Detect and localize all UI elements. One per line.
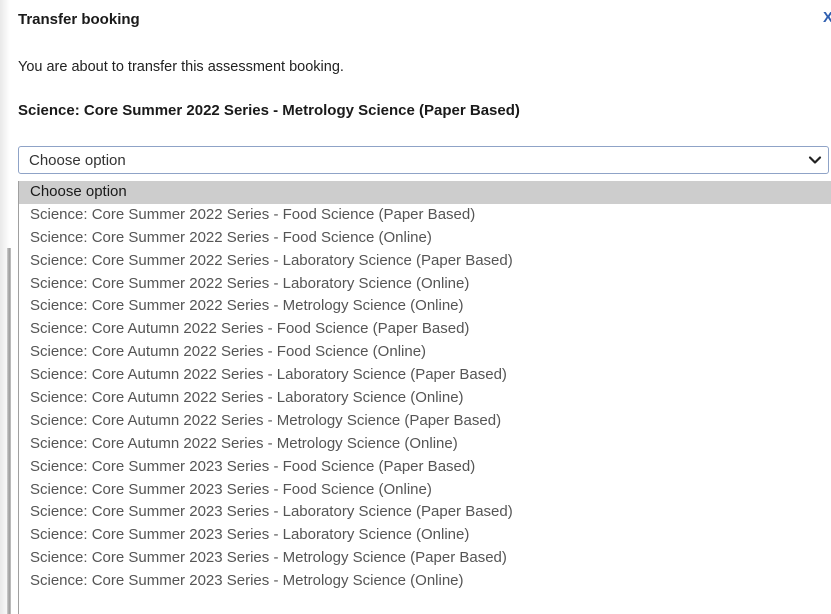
dialog-title: Transfer booking (18, 11, 140, 28)
dropdown-option[interactable]: Science: Core Summer 2022 Series - Labor… (19, 250, 831, 273)
dropdown-option[interactable]: Science: Core Summer 2022 Series - Food … (19, 204, 831, 227)
dropdown-option[interactable]: Science: Core Autumn 2022 Series - Metro… (19, 433, 831, 456)
dropdown-option[interactable]: Science: Core Summer 2023 Series - Labor… (19, 524, 831, 547)
dropdown-option[interactable]: Science: Core Autumn 2022 Series - Labor… (19, 364, 831, 387)
transfer-booking-dialog: Transfer booking X You are about to tran… (10, 0, 831, 614)
dropdown-option[interactable]: Science: Core Autumn 2022 Series - Labor… (19, 387, 831, 410)
dropdown-option[interactable]: Science: Core Summer 2023 Series - Metro… (19, 547, 831, 570)
dropdown-option[interactable]: Science: Core Summer 2023 Series - Food … (19, 479, 831, 502)
dropdown-option[interactable]: Science: Core Summer 2023 Series - Labor… (19, 501, 831, 524)
chevron-down-icon (808, 156, 822, 164)
transfer-option-select[interactable]: Choose option (18, 146, 829, 174)
close-icon[interactable]: X (823, 9, 831, 26)
dropdown-option[interactable]: Science: Core Summer 2022 Series - Labor… (19, 273, 831, 296)
dropdown-option[interactable]: Science: Core Summer 2023 Series - Food … (19, 456, 831, 479)
select-dropdown-list[interactable]: Choose option Science: Core Summer 2022 S… (18, 181, 831, 614)
option-placeholder[interactable]: Choose option (19, 181, 831, 204)
intro-text: You are about to transfer this assessmen… (18, 59, 344, 75)
dropdown-option[interactable]: Science: Core Summer 2022 Series - Food … (19, 227, 831, 250)
dropdown-option[interactable]: Science: Core Summer 2023 Series - Metro… (19, 570, 831, 593)
select-current-value: Choose option (29, 152, 126, 169)
dropdown-option[interactable]: Science: Core Autumn 2022 Series - Food … (19, 341, 831, 364)
dropdown-option[interactable]: Science: Core Summer 2022 Series - Metro… (19, 295, 831, 318)
booking-name: Science: Core Summer 2022 Series - Metro… (18, 102, 520, 119)
dropdown-option[interactable]: Science: Core Autumn 2022 Series - Food … (19, 318, 831, 341)
dropdown-option[interactable]: Science: Core Autumn 2022 Series - Metro… (19, 410, 831, 433)
